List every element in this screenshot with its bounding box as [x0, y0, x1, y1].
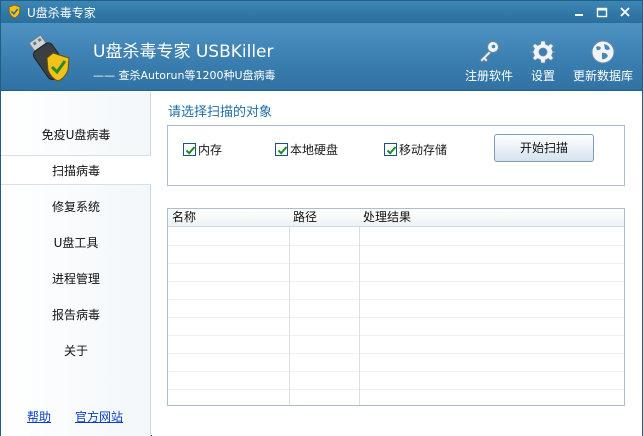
register-software-label: 注册软件 [464, 69, 513, 83]
column-header-path[interactable]: 路径 [289, 209, 359, 227]
memory-label: 内存 [198, 143, 223, 157]
app-window: U盘杀毒专家 U盘杀毒专家 USBKiller —— 查杀Autorun等120… [0, 0, 643, 436]
update-database-button[interactable]: 更新数据库 [570, 39, 636, 87]
checkbox-check-icon [183, 143, 196, 156]
settings-label: 设置 [530, 69, 555, 83]
maximize-button[interactable] [594, 4, 610, 20]
settings-button[interactable]: 设置 [527, 39, 559, 87]
sidebar-item-process-manager[interactable]: 进程管理 [1, 264, 151, 294]
table-row [168, 317, 624, 318]
gear-icon [529, 39, 557, 65]
header-banner: U盘杀毒专家 USBKiller —— 查杀Autorun等1200种U盘病毒 … [1, 23, 642, 91]
minimize-button[interactable] [571, 4, 587, 20]
column-divider [289, 209, 290, 405]
table-row [168, 245, 624, 246]
column-divider [359, 209, 360, 405]
table-row [168, 335, 624, 336]
official-website-link[interactable]: 官方网站 [75, 408, 123, 425]
start-scan-button[interactable]: 开始扫描 [494, 134, 594, 162]
close-button[interactable] [617, 4, 633, 20]
title-bar[interactable]: U盘杀毒专家 [1, 1, 642, 23]
sidebar-item-report-virus[interactable]: 报告病毒 [1, 300, 151, 330]
update-database-label: 更新数据库 [572, 69, 633, 83]
app-subtitle: —— 查杀Autorun等1200种U盘病毒 [93, 69, 276, 82]
table-row [168, 263, 624, 264]
column-header-result[interactable]: 处理结果 [359, 209, 624, 227]
table-row [168, 353, 624, 354]
window-title: U盘杀毒专家 [27, 6, 96, 20]
local-disk-checkbox[interactable]: 本地硬盘 [275, 142, 338, 158]
table-header: 名称 路径 处理结果 [168, 209, 624, 227]
column-header-name[interactable]: 名称 [168, 209, 289, 227]
section-title: 请选择扫描的对象 [168, 105, 273, 120]
scan-results-table[interactable]: 名称 路径 处理结果 [167, 208, 625, 406]
removable-storage-label: 移动存储 [399, 143, 448, 157]
sidebar: 免疫U盘病毒 扫描病毒 修复系统 U盘工具 进程管理 报告病毒 关于 帮助 官方… [1, 92, 151, 436]
sidebar-item-immunize-usb[interactable]: 免疫U盘病毒 [1, 120, 151, 150]
usb-shield-logo-icon [23, 29, 79, 85]
memory-checkbox[interactable]: 内存 [183, 142, 222, 158]
register-software-button[interactable]: 注册软件 [463, 39, 515, 87]
app-name: U盘杀毒专家 USBKiller [93, 42, 274, 62]
checkbox-check-icon [384, 143, 397, 156]
main-panel: 请选择扫描的对象 内存 本地硬盘 移动存储 开始扫描 名称 路径 处理结果 [152, 92, 642, 436]
table-row [168, 389, 624, 390]
removable-storage-checkbox[interactable]: 移动存储 [384, 142, 447, 158]
sidebar-item-repair-system[interactable]: 修复系统 [1, 192, 151, 222]
sidebar-item-usb-tools[interactable]: U盘工具 [1, 228, 151, 258]
help-link[interactable]: 帮助 [27, 408, 51, 425]
table-row [168, 281, 624, 282]
table-row [168, 371, 624, 372]
globe-icon [590, 39, 616, 65]
scan-options-box: 内存 本地硬盘 移动存储 开始扫描 [167, 125, 625, 186]
shield-icon [7, 4, 22, 19]
key-icon [476, 39, 502, 65]
table-row [168, 299, 624, 300]
checkbox-check-icon [275, 143, 288, 156]
sidebar-item-scan-virus[interactable]: 扫描病毒 [1, 155, 151, 185]
local-disk-label: 本地硬盘 [290, 143, 339, 157]
sidebar-item-about[interactable]: 关于 [1, 336, 151, 366]
